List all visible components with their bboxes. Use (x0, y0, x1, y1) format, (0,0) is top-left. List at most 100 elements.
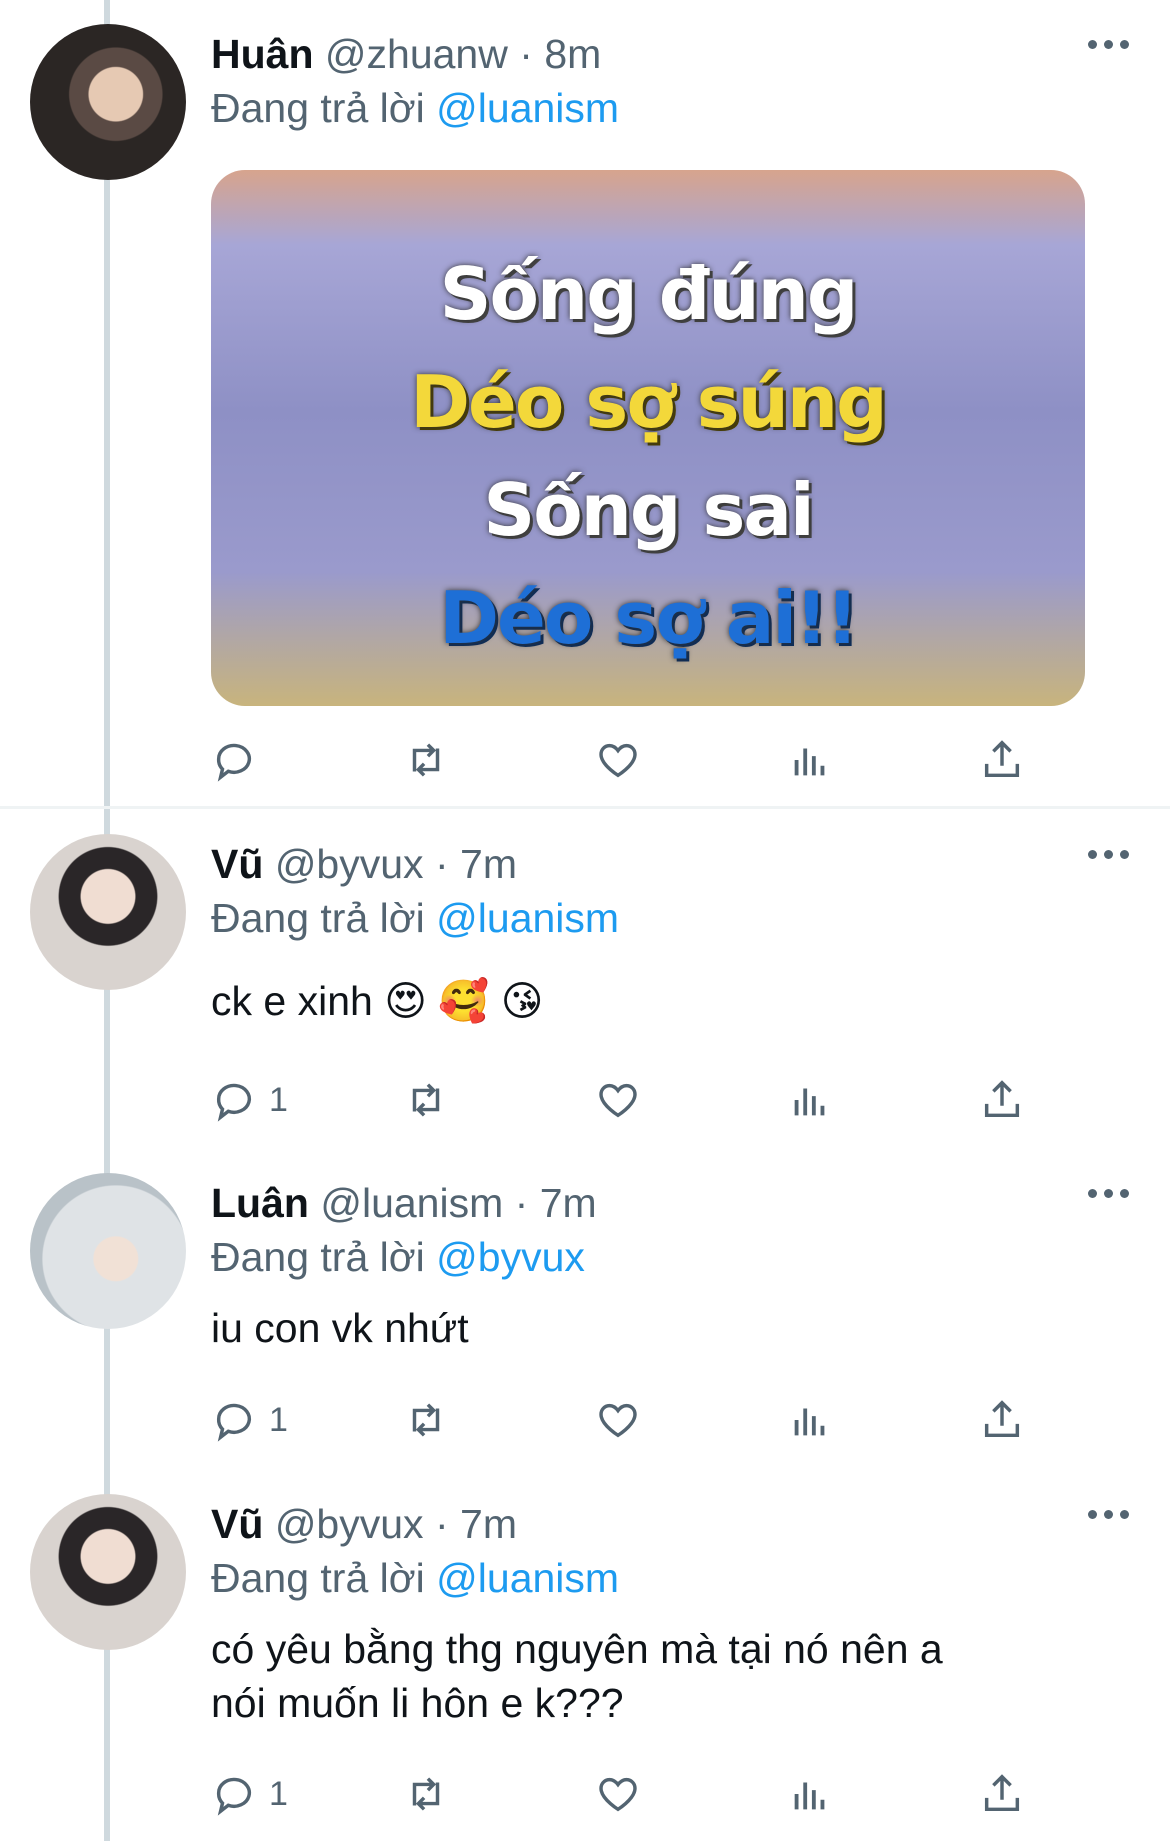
retweet-button[interactable] (403, 1768, 449, 1820)
share-button[interactable] (979, 1074, 1025, 1126)
replying-prefix: Đang trả lời (211, 1234, 425, 1280)
display-name[interactable]: Luân (211, 1180, 309, 1226)
tweet-text-line: nói muốn li hôn e k??? (211, 1680, 624, 1726)
separator-dot: · (434, 841, 449, 887)
tweet-header: Vũ @byvux · 7m (211, 838, 517, 890)
tweet-header: Luân @luanism · 7m (211, 1177, 597, 1229)
tweet-media-image[interactable]: Sống đúng Déo sợ súng Sống sai Déo sợ ai… (211, 170, 1085, 706)
avatar[interactable] (30, 1173, 186, 1329)
retweet-icon (412, 1777, 440, 1811)
reply-button[interactable]: 1 (211, 1768, 288, 1820)
like-icon (599, 1403, 637, 1438)
tweet-divider (0, 806, 1170, 809)
retweet-icon (412, 743, 440, 777)
retweet-button[interactable] (403, 1074, 449, 1126)
meme-line: Sống đúng (439, 252, 859, 336)
meme-line: Déo sợ ai!! (439, 576, 858, 660)
replying-prefix: Đang trả lời (211, 1555, 425, 1601)
tweet[interactable]: Vũ @byvux · 7m Đang trả lời @luanism ck … (0, 810, 1170, 1130)
timestamp[interactable]: 7m (460, 1501, 517, 1547)
mention-link[interactable]: @luanism (436, 85, 619, 131)
retweet-button[interactable] (403, 734, 449, 786)
like-icon (599, 1777, 637, 1812)
replying-to: Đang trả lời @luanism (211, 892, 619, 944)
share-button[interactable] (979, 1768, 1025, 1820)
reply-button[interactable]: 1 (211, 1074, 288, 1126)
reply-button[interactable] (211, 734, 269, 786)
tweet-actions: 1 (211, 1768, 1091, 1820)
reply-button[interactable]: 1 (211, 1394, 288, 1446)
share-icon (984, 1080, 1020, 1118)
reply-count: 1 (269, 1400, 288, 1439)
avatar[interactable] (30, 1494, 186, 1650)
analytics-icon (794, 748, 825, 776)
analytics-icon (794, 1408, 825, 1436)
like-button[interactable] (595, 734, 641, 786)
replying-to: Đang trả lời @byvux (211, 1231, 585, 1283)
tweet[interactable]: Huân @zhuanw · 8m Đang trả lời @luanism … (0, 0, 1170, 806)
more-icon[interactable] (1088, 1504, 1132, 1524)
share-button[interactable] (979, 1394, 1025, 1446)
tweet-text: có yêu bằng thg nguyên mà tại nó nên a n… (211, 1622, 943, 1730)
timestamp[interactable]: 8m (544, 31, 601, 77)
share-icon (984, 740, 1020, 778)
meme-line: Sống sai (483, 468, 814, 552)
replying-prefix: Đang trả lời (211, 85, 425, 131)
tweet-actions: 1 (211, 1074, 1091, 1126)
replying-to: Đang trả lời @luanism (211, 82, 619, 134)
separator-dot: · (519, 31, 533, 77)
like-button[interactable] (595, 1768, 641, 1820)
like-button[interactable] (595, 1394, 641, 1446)
reply-count: 1 (269, 1774, 288, 1813)
like-icon (599, 1083, 637, 1118)
replying-prefix: Đang trả lời (211, 895, 425, 941)
tweet-actions (211, 734, 1091, 786)
analytics-button[interactable] (787, 734, 833, 786)
mention-link[interactable]: @luanism (436, 895, 619, 941)
analytics-button[interactable] (787, 1394, 833, 1446)
mention-link[interactable]: @byvux (436, 1234, 585, 1280)
reply-icon (216, 743, 251, 782)
reply-icon (216, 1777, 251, 1816)
display-name[interactable]: Vũ (211, 841, 263, 887)
avatar[interactable] (30, 24, 186, 180)
analytics-button[interactable] (787, 1768, 833, 1820)
meme-caption: Sống đúng Déo sợ súng Sống sai Déo sợ ai… (211, 240, 1085, 672)
timestamp[interactable]: 7m (460, 841, 517, 887)
tweet-actions: 1 (211, 1394, 1091, 1446)
meme-line: Déo sợ súng (410, 360, 887, 444)
share-button[interactable] (979, 734, 1025, 786)
analytics-button[interactable] (787, 1074, 833, 1126)
tweet-text: iu con vk nhứt (211, 1305, 469, 1351)
timestamp[interactable]: 7m (540, 1180, 597, 1226)
reply-count: 1 (269, 1080, 288, 1119)
display-name[interactable]: Huân (211, 31, 314, 77)
retweet-button[interactable] (403, 1394, 449, 1446)
retweet-icon (412, 1083, 440, 1117)
user-handle[interactable]: @byvux (275, 841, 424, 887)
display-name[interactable]: Vũ (211, 1501, 263, 1547)
tweet[interactable]: Vũ @byvux · 7m Đang trả lời @luanism có … (0, 1470, 1170, 1841)
more-icon[interactable] (1088, 34, 1132, 54)
reply-icon (216, 1403, 251, 1442)
mention-link[interactable]: @luanism (436, 1555, 619, 1601)
reply-icon (216, 1083, 251, 1122)
avatar[interactable] (30, 834, 186, 990)
user-handle[interactable]: @zhuanw (325, 31, 508, 77)
like-button[interactable] (595, 1074, 641, 1126)
tweet-header: Huân @zhuanw · 8m (211, 28, 601, 80)
tweet[interactable]: Luân @luanism · 7m Đang trả lời @byvux i… (0, 1149, 1170, 1469)
replying-to: Đang trả lời @luanism (211, 1552, 619, 1604)
retweet-icon (412, 1403, 440, 1437)
tweet-text-line: có yêu bằng thg nguyên mà tại nó nên a (211, 1626, 943, 1672)
user-handle[interactable]: @luanism (320, 1180, 503, 1226)
user-handle[interactable]: @byvux (275, 1501, 424, 1547)
analytics-icon (794, 1088, 825, 1116)
separator-dot: · (514, 1180, 529, 1226)
share-icon (984, 1774, 1020, 1812)
more-icon[interactable] (1088, 1183, 1132, 1203)
like-icon (599, 743, 637, 778)
more-icon[interactable] (1088, 844, 1132, 864)
tweet-text: ck e xinh 😍 🥰 😘 (211, 978, 544, 1024)
share-icon (984, 1400, 1020, 1438)
